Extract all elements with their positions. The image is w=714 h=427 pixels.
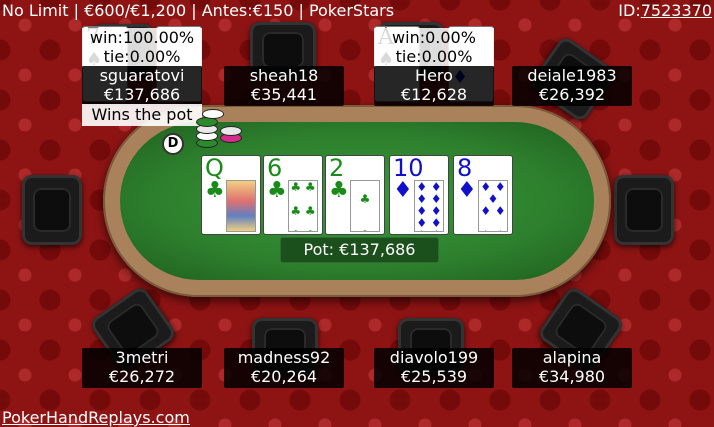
board-card-5: 8 ♦ ♦ ♦♦♦ ♦♦ ♦ [453,155,513,235]
hand-id-link[interactable]: 7523370 [641,1,712,20]
board-card-4: 10 ♦ ♦ ♦♦ ♦♦ ♦♦ ♦♦ ♦ [389,155,449,235]
pot-label: Pot: €137,686 [280,237,439,263]
player-sheah18[interactable]: sheah18 €35,441 [224,66,344,106]
dealer-button: D [162,133,184,155]
player-stack: €34,980 [538,367,606,386]
queen-face-art [226,180,256,232]
chair-right [614,175,674,245]
clubs-icon: ♣ [267,178,287,203]
hand-id-label: ID: [618,1,641,20]
top-bar: No Limit | €600/€1,200 | Antes:€150 | Po… [0,0,714,22]
clubs-icon: ♣ [329,178,349,203]
board-card-3: 2 ♣ ♣♣ [325,155,385,235]
card-rank: 8 [457,154,473,182]
player-diavolo199[interactable]: diavolo199 €25,539 [374,348,494,388]
player-3metri[interactable]: 3metri €26,272 [82,348,202,388]
tie-percentage: tie:0.00% [395,47,473,66]
board-card-1: Q ♣ [201,155,261,235]
board-card-2: 6 ♣ ♣ ♣♣ ♣♣ ♣ [263,155,323,235]
player-stack: €137,686 [103,85,181,104]
player-alapina[interactable]: alapina €34,980 [512,348,632,388]
player-stack: €25,539 [400,367,468,386]
win-percentage: win:100.00% [89,28,195,47]
player-name: sguaratovi [99,66,185,85]
player-sguaratovi[interactable]: sguaratovi €137,686 [82,66,202,106]
sguaratovi-equity: win:100.00% tie:0.00% [82,28,202,66]
tie-percentage: tie:0.00% [103,47,181,66]
win-percentage: win:0.00% [392,28,476,47]
chip-stack-chip [202,109,224,119]
diamonds-pips: ♦ ♦♦ ♦♦ ♦♦ ♦♦ ♦ [414,180,444,232]
player-name: deiale1983 [527,66,617,85]
winner-banner: Wins the pot [82,104,202,126]
card-rank: Q [205,154,224,182]
player-madness92[interactable]: madness92 €20,264 [224,348,344,388]
card-rank: 2 [329,154,345,182]
hero-equity: win:0.00% tie:0.00% [374,28,494,66]
player-stack: €26,272 [108,367,176,386]
card-rank: 6 [267,154,283,182]
diamonds-icon: ♦ [393,178,413,203]
hand-id: ID:7523370 [618,0,712,22]
player-stack: €20,264 [250,367,318,386]
player-hero[interactable]: Hero €12,628 [374,66,494,106]
clubs-pips: ♣♣ [350,180,380,232]
chair-left [22,175,82,245]
chip-stack-chip [220,126,242,136]
player-name: sheah18 [249,66,319,85]
player-name: 3metri [115,348,169,367]
player-name: alapina [542,348,602,367]
player-name: diavolo199 [389,348,479,367]
player-stack: €35,441 [250,85,318,104]
player-name: Hero [415,66,453,85]
diamonds-pips: ♦ ♦♦♦ ♦♦ ♦ [478,180,508,232]
player-stack: €26,392 [538,85,606,104]
player-deiale1983[interactable]: deiale1983 €26,392 [512,66,632,106]
player-stack: €12,628 [400,85,468,104]
card-rank: 10 [393,154,424,182]
player-name: madness92 [237,348,331,367]
site-link[interactable]: PokerHandReplays.com [2,408,190,427]
clubs-pips: ♣ ♣♣ ♣♣ ♣ [288,180,318,232]
game-info: No Limit | €600/€1,200 | Antes:€150 | Po… [2,1,395,20]
clubs-icon: ♣ [205,178,225,203]
diamonds-icon: ♦ [457,178,477,203]
